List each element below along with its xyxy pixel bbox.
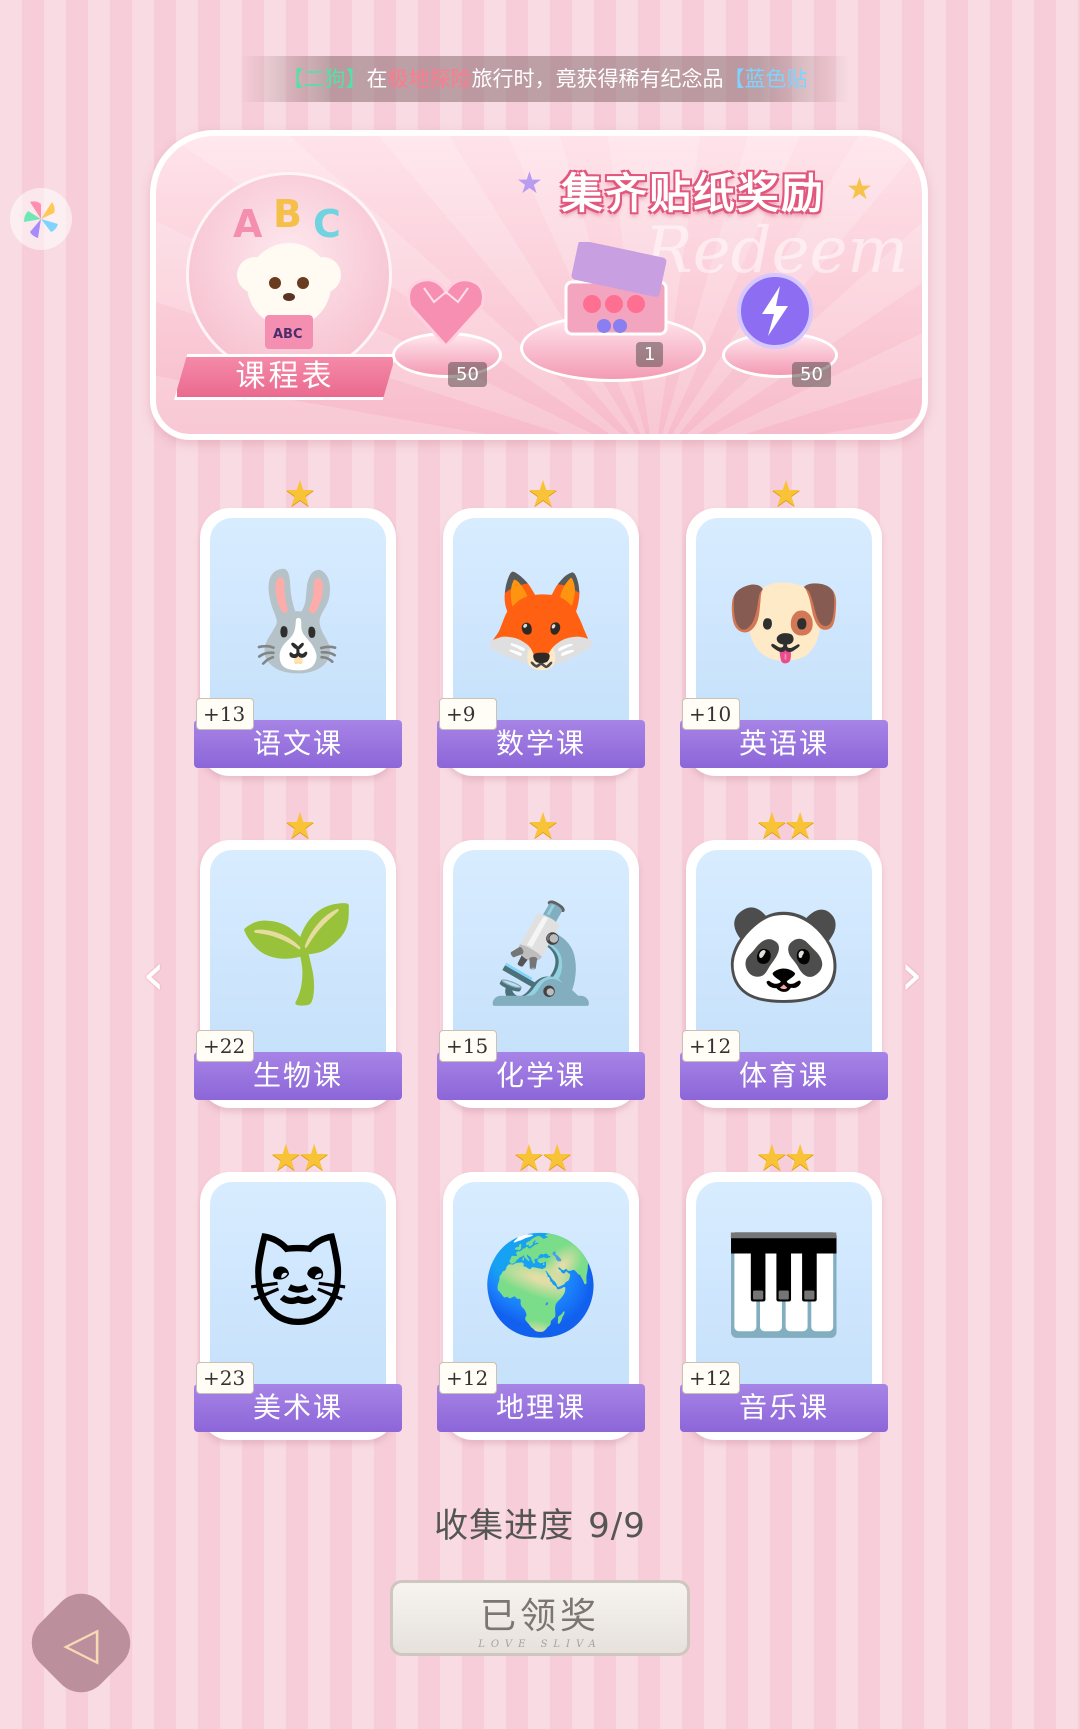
- claimed-label: 已领奖: [479, 1596, 600, 1637]
- sticker-count: +12: [682, 1362, 740, 1394]
- sticker-count: +13: [196, 698, 254, 730]
- sticker-count: +12: [439, 1362, 497, 1394]
- ticker-location: 极地探险: [387, 67, 472, 91]
- puppy-reading-icon: A B C ABC: [233, 192, 341, 349]
- sticker-illustration-icon: 🎹: [724, 1229, 844, 1341]
- gift-box-icon[interactable]: [556, 242, 676, 342]
- ticker-text: 旅行时，竟获得稀有纪念品: [471, 67, 724, 91]
- claimed-button[interactable]: 已领奖 LOVE SLIVA: [390, 1580, 690, 1656]
- sticker-card[interactable]: ★★ 🐼 体育课 +12: [680, 806, 888, 1108]
- sticker-art: 🐱: [210, 1182, 386, 1388]
- pinwheel-icon: [24, 201, 58, 238]
- banner-title: 集齐贴纸奖励: [561, 169, 826, 218]
- chevron-left-icon[interactable]: ‹: [142, 944, 182, 1004]
- sticker-count: +10: [682, 698, 740, 730]
- sticker-art: 🦊: [453, 518, 629, 724]
- sticker-card[interactable]: ★★ 🌍 地理课 +12: [437, 1138, 645, 1440]
- sticker-card[interactable]: ★ 🐰 语文课 +13: [194, 474, 402, 776]
- pink-heart-gem-icon[interactable]: [404, 272, 488, 352]
- back-arrow-icon: ◁: [63, 1616, 99, 1670]
- reward-count: 50: [792, 362, 831, 387]
- broadcast-ticker: 【二狗】在极地探险旅行时，竟获得稀有纪念品【蓝色贴: [240, 56, 850, 102]
- star-rating-icon: ★: [283, 806, 316, 847]
- sticker-art: 🐼: [696, 850, 872, 1056]
- side-menu-button[interactable]: [10, 188, 72, 250]
- star-rating-icon: ★: [769, 474, 802, 515]
- sticker-card[interactable]: ★★ 🎹 音乐课 +12: [680, 1138, 888, 1440]
- progress-label: 收集进度: [434, 1506, 575, 1546]
- sticker-illustration-icon: 🌱: [238, 897, 358, 1009]
- svg-text:ABC: ABC: [273, 327, 303, 342]
- purple-lightning-orb-icon[interactable]: [732, 268, 818, 354]
- star-rating-icon: ★★: [512, 1138, 574, 1179]
- reward-count: 1: [636, 342, 664, 367]
- sticker-card[interactable]: ★ 🦊 数学课 +9: [437, 474, 645, 776]
- sticker-illustration-icon: 🐶: [724, 565, 844, 677]
- sticker-art: 🐶: [696, 518, 872, 724]
- course-schedule-label[interactable]: 课程表: [174, 354, 396, 400]
- svg-text:C: C: [313, 202, 341, 246]
- sticker-illustration-icon: 🐼: [724, 897, 844, 1009]
- star-rating-icon: ★★: [269, 1138, 331, 1179]
- sticker-art: 🌍: [453, 1182, 629, 1388]
- ticker-item: 【蓝色贴: [723, 67, 808, 91]
- progress-value: 9/9: [588, 1506, 646, 1546]
- sticker-art: 🐰: [210, 518, 386, 724]
- sticker-count: +23: [196, 1362, 254, 1394]
- sticker-count: +12: [682, 1030, 740, 1062]
- ticker-text: 在: [366, 67, 388, 91]
- star-icon: ★: [846, 172, 873, 207]
- sticker-card[interactable]: ★ 🌱 生物课 +22: [194, 806, 402, 1108]
- sticker-illustration-icon: 🦊: [481, 565, 601, 677]
- sticker-card[interactable]: ★ 🔬 化学课 +15: [437, 806, 645, 1108]
- sticker-count: +15: [439, 1030, 497, 1062]
- sticker-card[interactable]: ★★ 🐱 美术课 +23: [194, 1138, 402, 1440]
- course-schedule-avatar[interactable]: A B C ABC: [186, 172, 392, 378]
- sticker-illustration-icon: 🌍: [481, 1229, 601, 1341]
- star-rating-icon: ★: [283, 474, 316, 515]
- ticker-player-name: 【二狗】: [282, 67, 367, 91]
- svg-text:B: B: [273, 192, 302, 236]
- reward-count: 50: [448, 362, 487, 387]
- star-rating-icon: ★★: [755, 806, 817, 847]
- sticker-illustration-icon: 🐰: [238, 565, 358, 677]
- sticker-art: 🎹: [696, 1182, 872, 1388]
- back-button[interactable]: ◁: [20, 1582, 142, 1704]
- star-rating-icon: ★★: [755, 1138, 817, 1179]
- chevron-right-icon[interactable]: ›: [900, 944, 940, 1004]
- svg-text:A: A: [233, 202, 263, 246]
- sticker-count: +22: [196, 1030, 254, 1062]
- claimed-sublabel: LOVE SLIVA: [478, 1639, 602, 1650]
- sticker-count: +9: [439, 698, 497, 730]
- star-icon: ★: [516, 166, 543, 201]
- collection-progress: 收集进度 9/9: [0, 1498, 1080, 1547]
- star-rating-icon: ★: [526, 806, 559, 847]
- sticker-art: 🌱: [210, 850, 386, 1056]
- sticker-illustration-icon: 🐱: [247, 1229, 349, 1341]
- sticker-illustration-icon: 🔬: [481, 897, 601, 1009]
- star-rating-icon: ★: [526, 474, 559, 515]
- reward-banner: Redeem ★ 集齐贴纸奖励 ★ A B C ABC 课程表 50 1 50: [150, 130, 928, 440]
- sticker-card[interactable]: ★ 🐶 英语课 +10: [680, 474, 888, 776]
- sticker-art: 🔬: [453, 850, 629, 1056]
